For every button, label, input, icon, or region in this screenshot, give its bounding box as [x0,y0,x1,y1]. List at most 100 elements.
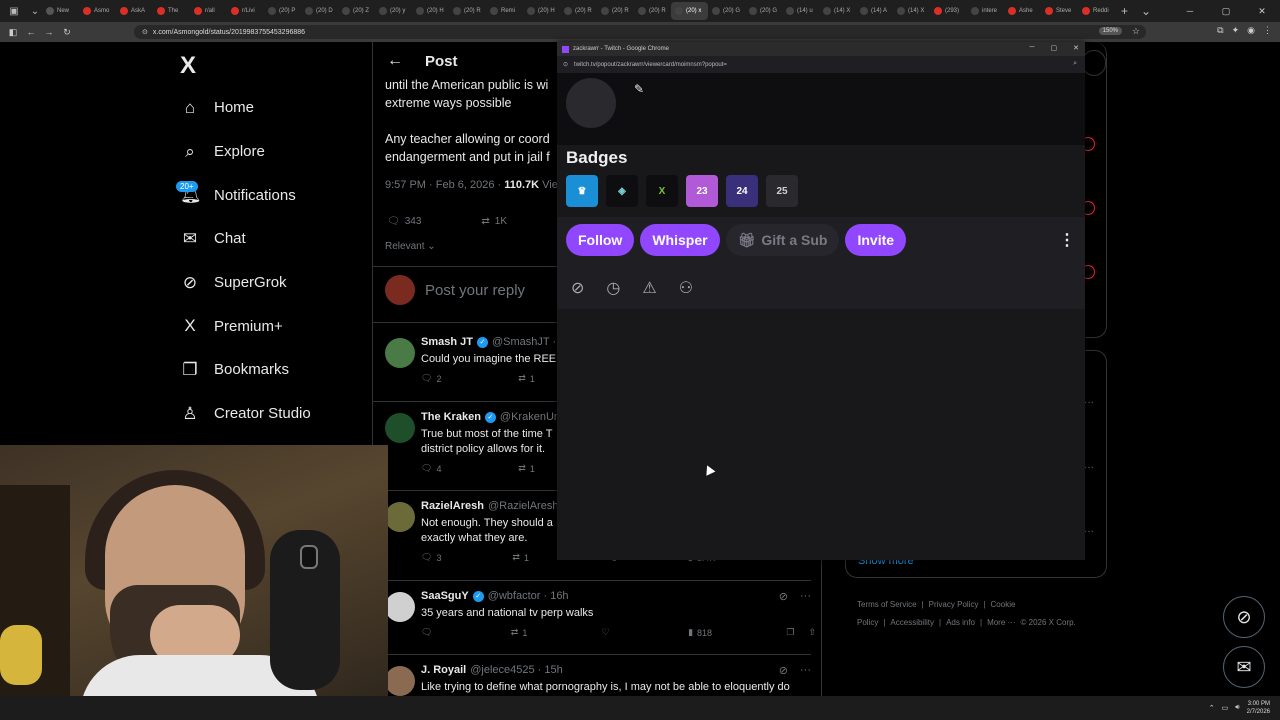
browser-tab[interactable]: (14) A [856,2,893,20]
browser-tab[interactable]: (14) X [893,2,930,20]
maximize-button[interactable]: ▢ [1208,0,1244,22]
bookmark-star-icon[interactable]: ☆ [1132,26,1140,37]
chat-badge-icon[interactable]: ◈ [606,175,638,207]
repost-button[interactable]: ⇄ 1 [511,627,528,638]
repost-button[interactable]: ⇄ 1 [512,552,529,563]
heart-button[interactable]: ♡ [602,627,614,638]
extensions-puzzle-icon[interactable]: ✦ [1232,25,1240,36]
profile-icon[interactable]: ◉ [1247,25,1255,36]
sidebar-item-chat[interactable]: ✉ Chat [180,217,311,261]
reply-author-name[interactable]: SaaSguY [421,590,469,602]
repost-button[interactable]: ⇄ 1 [518,463,535,474]
reply-handle[interactable]: @wbfactor · 16h [488,590,569,602]
reply-handle[interactable]: @RazielAresh [488,500,558,512]
sidebar-item-creator-studio[interactable]: ♙ Creator Studio [180,392,310,436]
browser-tab[interactable]: (20) H [412,2,449,20]
chat-badge-icon[interactable]: 24 [726,175,758,207]
x-logo[interactable]: X [180,52,196,80]
invite-button[interactable]: Invite [845,224,907,256]
reload-button[interactable]: ↻ [58,27,76,38]
address-bar[interactable]: ⊙ x.com/Asmongold/status/201998375545329… [134,25,1146,39]
avatar[interactable] [385,338,415,368]
reply-handle[interactable]: @SmashJT · 1 [492,336,565,348]
browser-tab[interactable]: AskA [116,2,153,20]
browser-tab[interactable]: r/Livi [227,2,264,20]
site-info-icon[interactable]: ⊙ [142,28,148,36]
reply-author-name[interactable]: Smash JT [421,336,473,348]
maximize-button[interactable]: ▢ [1051,44,1058,52]
post-timestamp[interactable]: 9:57 PM · Feb 6, 2026 · [385,179,504,191]
tab-dropdown-icon[interactable]: ⌄ [1141,4,1155,18]
browser-tab[interactable]: (20) P [264,2,301,20]
comment-button[interactable]: 🗨︎ 4 [421,463,441,474]
browser-tab[interactable]: (20) G [745,2,782,20]
comment-button[interactable]: 🗨︎ 3 [421,552,441,563]
more-options-icon[interactable]: ··· [1084,397,1094,408]
whisper-button[interactable]: Whisper [640,224,720,256]
browser-tab[interactable]: (14) X [819,2,856,20]
extension-icon[interactable]: ⧉ [1217,25,1223,36]
browser-tab[interactable]: Remi [486,2,523,20]
sidebar-item-home[interactable]: ⌂ Home [180,86,311,130]
timeout-clock-icon[interactable]: ◷ [606,278,620,298]
browser-tab[interactable]: The [153,2,190,20]
network-icon[interactable]: ▭ [1222,704,1229,712]
zoom-icon[interactable]: ⌕ [1073,60,1077,68]
more-options-icon[interactable]: ⋮ [1059,230,1075,250]
tab-search-icon[interactable]: ⌄ [28,0,42,22]
reply-button[interactable]: 🗨︎ 343 [387,216,421,227]
repost-button[interactable]: ⇄ 1K [481,216,507,227]
reply-placeholder[interactable]: Post your reply [425,282,525,299]
browser-tab[interactable]: (20) Z [338,2,375,20]
back-button[interactable]: ← [22,27,40,37]
avatar[interactable] [385,666,415,696]
volume-icon[interactable]: 🔊︎ [1235,704,1239,712]
share-icon[interactable]: ⇧ [808,627,816,638]
browser-tab[interactable]: (20) y [375,2,412,20]
ban-icon[interactable]: ⊘ [571,278,584,298]
browser-tab[interactable]: (20) R [560,2,597,20]
avatar[interactable] [385,502,415,532]
footer-link[interactable]: Privacy Policy [929,600,979,609]
avatar[interactable] [385,592,415,622]
browser-tab[interactable]: Asmo [79,2,116,20]
browser-tab[interactable]: Ashe [1004,2,1041,20]
chat-badge-icon[interactable]: 23 [686,175,718,207]
minimize-button[interactable]: ─ [1030,44,1035,52]
browser-tab[interactable]: New [42,2,79,20]
avatar[interactable] [566,78,616,128]
reply-author-name[interactable]: RazielAresh [421,500,484,512]
views-button[interactable]: ▮ 818 [688,627,712,638]
forward-button[interactable]: → [40,27,58,37]
more-options-icon[interactable]: ··· [1084,526,1094,537]
new-tab-button[interactable]: + [1121,4,1135,18]
browser-tab[interactable]: Reddi [1078,2,1115,20]
footer-link[interactable]: More ··· [987,618,1015,627]
sort-dropdown[interactable]: Relevant ⌄ [385,241,436,252]
pencil-icon[interactable]: ✎ [634,82,644,96]
more-options-icon[interactable]: ··· [1084,462,1094,473]
gift-sub-button[interactable]: 🎁︎ Gift a Sub [725,224,840,256]
follow-button[interactable]: Follow [566,224,635,256]
more-options-icon[interactable]: ··· [800,590,811,603]
browser-tab[interactable]: (293) [930,2,967,20]
tray-chevron-icon[interactable]: ⌃ [1209,704,1215,712]
minimize-button[interactable]: ─ [1172,0,1208,22]
browser-tab[interactable]: (20) G [708,2,745,20]
repost-button[interactable]: ⇄ 1 [518,373,535,384]
grok-icon[interactable]: ⊘ [779,590,788,603]
footer-link[interactable]: Accessibility [890,618,934,627]
sidebar-item-notifications[interactable]: 🔔︎ Notifications [180,173,311,217]
close-window-button[interactable]: ✕ [1244,0,1280,22]
reply-author-name[interactable]: The Kraken [421,411,481,423]
browser-tab[interactable]: r/all [190,2,227,20]
side-panel-icon[interactable]: ◧ [4,27,22,38]
sidebar-item-premium-[interactable]: X Premium+ [180,304,311,348]
bookmark-icon[interactable]: ❐ [786,627,794,638]
chat-badge-icon[interactable]: 25 [766,175,798,207]
browser-tab[interactable]: (20) x [671,2,708,20]
back-arrow-icon[interactable]: ← [387,52,403,70]
chat-badge-icon[interactable]: X [646,175,678,207]
more-options-icon[interactable]: ··· [800,664,811,677]
sidebar-item-explore[interactable]: ⌕ Explore [180,130,311,174]
